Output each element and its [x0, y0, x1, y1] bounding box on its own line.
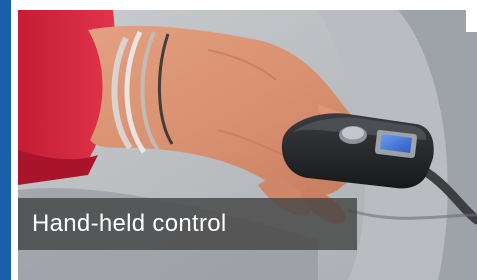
image-card[interactable]: Hand-held control	[0, 0, 477, 280]
accent-bar	[0, 0, 11, 280]
caption-text: Hand-held control	[32, 210, 227, 237]
hand-held-control-photo: Hand-held control	[18, 10, 477, 280]
caption-bar: Hand-held control	[18, 198, 357, 250]
